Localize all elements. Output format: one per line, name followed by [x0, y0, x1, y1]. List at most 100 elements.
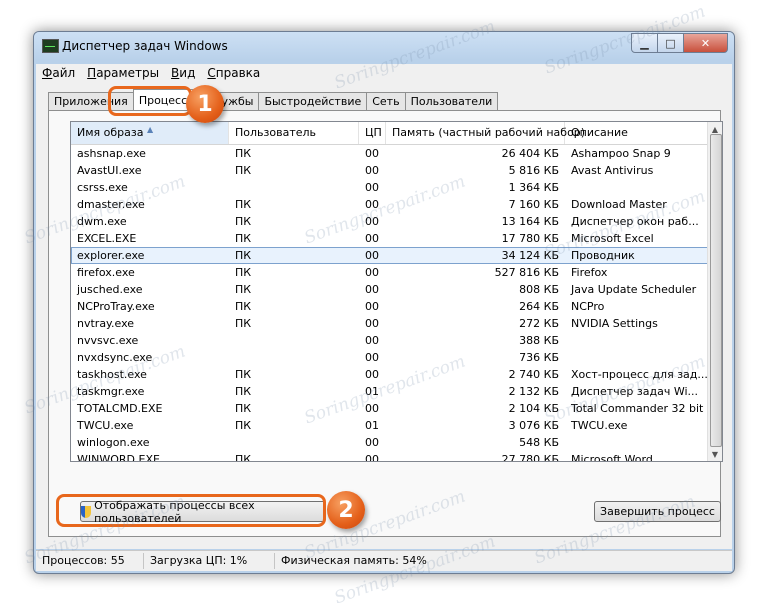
process-list[interactable]: Имя образа ▲ Пользователь ЦП Память (частный… [70, 121, 723, 462]
cell-cpu: 01 [365, 419, 379, 432]
cell-user: ПК [235, 232, 252, 245]
minimize-button[interactable]: ▁ [631, 33, 658, 53]
cell-user [229, 349, 359, 366]
column-header-2[interactable]: ЦП [359, 122, 386, 144]
cell-cpu: 00 [365, 266, 379, 279]
table-row[interactable]: firefox.exe ПК 00 527 816 КБ Firefox [71, 264, 708, 281]
list-header: Имя образа ▲ Пользователь ЦП Память (частный… [71, 122, 708, 145]
tab-3[interactable]: Быстродействие [258, 92, 368, 110]
cell-cpu: 00 [365, 402, 379, 415]
cell-user: ПК [235, 453, 252, 462]
cell-cpu: 00 [365, 232, 379, 245]
cell-cpu: 00 [365, 317, 379, 330]
table-row[interactable]: winlogon.exe 00 548 КБ [71, 434, 708, 451]
cell-desc: Диспетчер задач Wi... [571, 385, 699, 398]
cell-name: AvastUI.exe [77, 164, 142, 177]
cell-mem: 3 076 КБ [508, 419, 559, 432]
cell-name: dwm.exe [77, 215, 127, 228]
tab-5[interactable]: Пользователи [404, 92, 499, 110]
table-row[interactable]: EXCEL.EXE ПК 00 17 780 КБ Microsoft Excel [71, 230, 708, 247]
column-header-label: ЦП [365, 126, 382, 139]
end-process-button[interactable]: Завершить процесс [594, 501, 721, 522]
cell-cpu: 00 [365, 334, 379, 347]
menu-bar: Файл Параметры Вид Справка [36, 64, 732, 82]
cell-name: csrss.exe [77, 181, 128, 194]
cell-desc: Хост-процесс для зад... [571, 368, 708, 381]
menu-item-1[interactable]: Параметры [81, 66, 165, 80]
table-row[interactable]: explorer.exe ПК 00 34 124 КБ Проводник [71, 247, 708, 264]
table-row[interactable]: WINWORD.EXE ПК 00 27 780 КБ Microsoft Word [71, 451, 708, 462]
cell-desc: TWCU.exe [571, 419, 628, 432]
cell-cpu: 00 [365, 215, 379, 228]
processes-panel: Имя образа ▲ Пользователь ЦП Память (частный… [48, 110, 723, 537]
cell-user: ПК [235, 164, 252, 177]
table-row[interactable]: TWCU.exe ПК 01 3 076 КБ TWCU.exe [71, 417, 708, 434]
cell-user: ПК [235, 215, 252, 228]
task-manager-icon [42, 39, 59, 53]
cell-mem: 388 КБ [519, 334, 559, 347]
sort-ascending-icon: ▲ [147, 125, 154, 134]
cell-mem: 34 124 КБ [501, 249, 559, 262]
cell-desc: Java Update Scheduler [571, 283, 697, 296]
cell-mem: 736 КБ [519, 351, 559, 364]
cell-name: taskmgr.exe [77, 385, 145, 398]
table-row[interactable]: ashsnap.exe ПК 00 26 404 КБ Ashampoo Snap 9 [71, 145, 708, 162]
cpu-usage: Загрузка ЦП: 1% [144, 553, 275, 569]
column-header-4[interactable]: Описание [565, 122, 708, 144]
cell-mem: 17 780 КБ [501, 232, 559, 245]
table-row[interactable]: taskmgr.exe ПК 01 2 132 КБ Диспетчер задач W… [71, 383, 708, 400]
column-header-label: Описание [571, 126, 628, 139]
cell-desc: Firefox [571, 266, 608, 279]
maximize-button[interactable]: □ [658, 33, 684, 53]
table-row[interactable]: dwm.exe ПК 00 13 164 КБ Диспетчер окон раб..… [71, 213, 708, 230]
process-count: Процессов: 55 [36, 553, 144, 569]
column-header-1[interactable]: Пользователь [229, 122, 359, 144]
table-row[interactable]: nvtray.exe ПК 00 272 КБ NVIDIA Settings [71, 315, 708, 332]
cell-cpu: 00 [365, 300, 379, 313]
cell-user: ПК [235, 368, 252, 381]
scroll-down-icon[interactable]: ▼ [708, 447, 722, 461]
title-bar[interactable]: Диспетчер задач Windows ▁ □ ✕ [34, 32, 734, 60]
cell-name: NCProTray.exe [77, 300, 155, 313]
table-row[interactable]: nvvsvc.exe 00 388 КБ [71, 332, 708, 349]
window-title: Диспетчер задач Windows [62, 39, 228, 53]
cell-cpu: 00 [365, 351, 379, 364]
scroll-thumb[interactable] [710, 134, 722, 447]
table-row[interactable]: AvastUI.exe ПК 00 5 816 КБ Avast Antivirus [71, 162, 708, 179]
cell-cpu: 00 [365, 283, 379, 296]
callout-1: 1 [186, 85, 224, 123]
menu-item-3[interactable]: Справка [201, 66, 266, 80]
column-header-label: Память (частный рабочий набор) [392, 126, 586, 139]
cell-cpu: 00 [365, 198, 379, 211]
column-header-0[interactable]: Имя образа ▲ [71, 122, 229, 144]
cell-desc: Total Commander 32 bit [571, 402, 704, 415]
table-row[interactable]: jusched.exe ПК 00 808 КБ Java Update Schedul… [71, 281, 708, 298]
cell-mem: 527 816 КБ [494, 266, 559, 279]
menu-item-0[interactable]: Файл [36, 66, 81, 80]
table-row[interactable]: nvxdsync.exe 00 736 КБ [71, 349, 708, 366]
table-row[interactable]: dmaster.exe ПК 00 7 160 КБ Download Master [71, 196, 708, 213]
cell-mem: 1 364 КБ [508, 181, 559, 194]
tab-4[interactable]: Сеть [366, 92, 406, 110]
column-header-3[interactable]: Память (частный рабочий набор) [386, 122, 585, 144]
cell-name: nvtray.exe [77, 317, 135, 330]
cell-cpu: 00 [365, 436, 379, 449]
cell-mem: 264 КБ [519, 300, 559, 313]
cell-user: ПК [235, 147, 252, 160]
cell-desc [565, 332, 708, 349]
cell-name: TOTALCMD.EXE [77, 402, 163, 415]
menu-item-2[interactable]: Вид [165, 66, 201, 80]
table-row[interactable]: csrss.exe 00 1 364 КБ [71, 179, 708, 196]
table-row[interactable]: NCProTray.exe ПК 00 264 КБ NCPro [71, 298, 708, 315]
cell-mem: 27 780 КБ [501, 453, 559, 462]
close-button[interactable]: ✕ [684, 33, 728, 53]
table-row[interactable]: taskhost.exe ПК 00 2 740 КБ Хост-процесс для… [71, 366, 708, 383]
table-row[interactable]: TOTALCMD.EXE ПК 00 2 104 КБ Total Commander … [71, 400, 708, 417]
vertical-scrollbar[interactable]: ▲ ▼ [707, 122, 722, 461]
column-header-label: Пользователь [235, 126, 317, 139]
cell-user [229, 179, 359, 196]
cell-name: taskhost.exe [77, 368, 147, 381]
cell-desc [565, 349, 708, 366]
cell-cpu: 00 [365, 181, 379, 194]
cell-desc: Download Master [571, 198, 667, 211]
